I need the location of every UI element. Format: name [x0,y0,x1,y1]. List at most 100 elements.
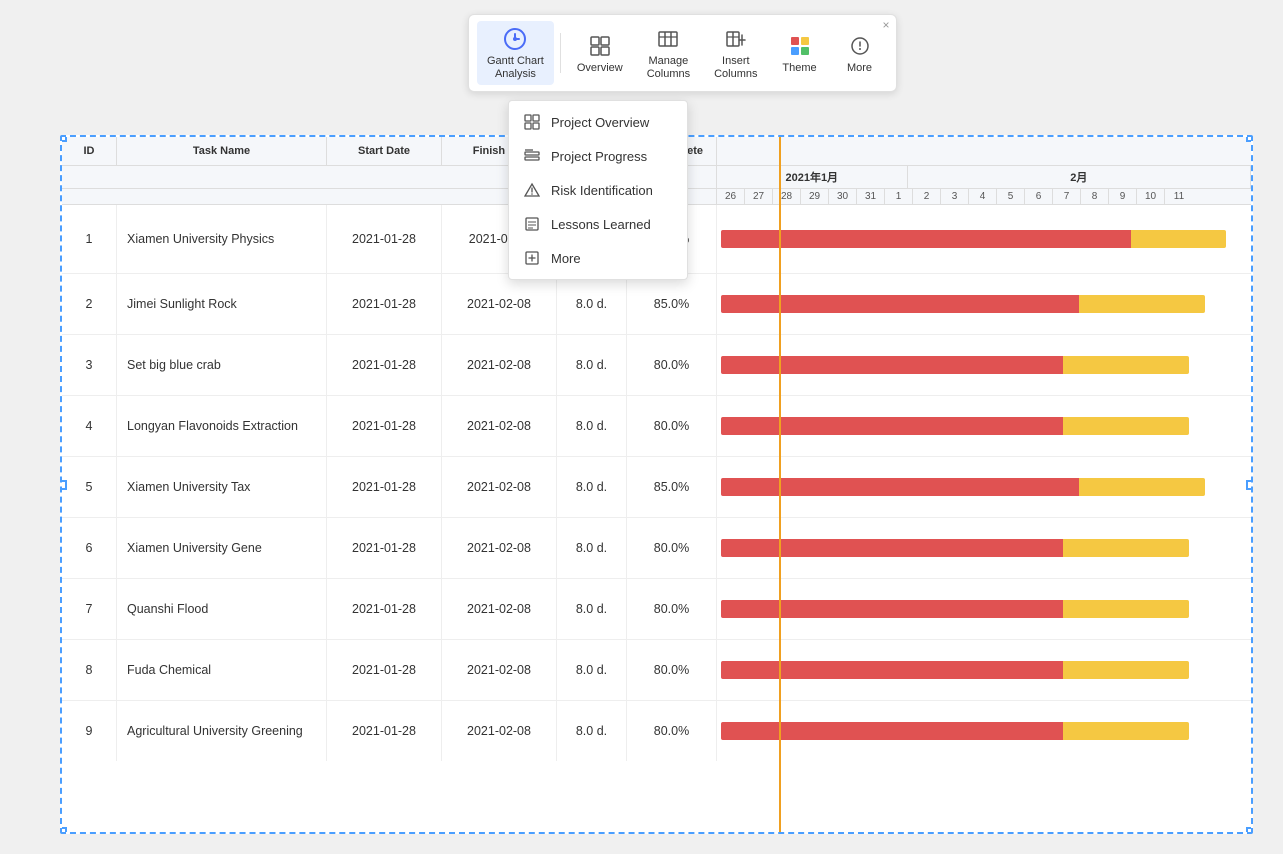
cell-duration-5: 8.0 d. [557,457,627,517]
cell-start-2: 2021-01-28 [327,274,442,334]
table-row: 5 Xiamen University Tax 2021-01-28 2021-… [62,457,1251,518]
cell-finish-6: 2021-02-08 [442,518,557,578]
cell-gantt-5 [717,457,1251,517]
cell-finish-8: 2021-02-08 [442,640,557,700]
theme-icon [786,32,814,60]
menu-item-project-progress[interactable]: Project Progress [509,139,687,173]
close-button[interactable]: × [883,19,890,31]
month-feb: 2月 [908,166,1251,188]
cell-id-7: 7 [62,579,117,639]
cell-id-4: 4 [62,396,117,456]
gantt-label: Gantt ChartAnalysis [487,55,544,81]
day-26: 26 [717,189,745,204]
table-row: 3 Set big blue crab 2021-01-28 2021-02-0… [62,335,1251,396]
cell-complete-9: 80.0% [627,701,717,761]
cell-finish-5: 2021-02-08 [442,457,557,517]
cell-gantt-1 [717,205,1251,273]
table-body: 1 Xiamen University Physics 2021-01-28 2… [62,205,1251,832]
cell-start-5: 2021-01-28 [327,457,442,517]
day-2: 2 [913,189,941,204]
cell-start-9: 2021-01-28 [327,701,442,761]
cell-finish-3: 2021-02-08 [442,335,557,395]
table-row: 6 Xiamen University Gene 2021-01-28 2021… [62,518,1251,579]
header-id: ID [62,137,117,165]
toolbar-gantt-chart[interactable]: Gantt ChartAnalysis [477,21,554,85]
bar-remaining-1 [1131,230,1226,248]
bar-5 [721,476,1247,498]
cell-complete-4: 80.0% [627,396,717,456]
more-icon [846,32,874,60]
cell-duration-3: 8.0 d. [557,335,627,395]
handle-top-right[interactable] [1246,135,1253,142]
cell-complete-5: 85.0% [627,457,717,517]
cell-duration-7: 8.0 d. [557,579,627,639]
toolbar-manage-columns[interactable]: ManageColumns [637,21,700,85]
cell-gantt-7 [717,579,1251,639]
bar-4 [721,415,1247,437]
bar-done-3 [721,356,1063,374]
more-plus-icon [523,249,541,267]
toolbar-theme[interactable]: Theme [772,28,828,79]
cell-id-9: 9 [62,701,117,761]
cell-id-3: 3 [62,335,117,395]
cell-finish-4: 2021-02-08 [442,396,557,456]
handle-mid-left[interactable] [60,480,67,490]
menu-item-project-overview[interactable]: Project Overview [509,105,687,139]
menu-item-lessons-learned[interactable]: Lessons Learned [509,207,687,241]
day-30: 30 [829,189,857,204]
bar-done-7 [721,600,1063,618]
toolbar-insert-columns[interactable]: InsertColumns [704,21,767,85]
bar-remaining-2 [1079,295,1205,313]
bar-6 [721,537,1247,559]
menu-item-risk-identification[interactable]: Risk Identification [509,173,687,207]
divider-1 [560,33,561,73]
handle-bottom-left[interactable] [60,827,67,834]
bar-remaining-4 [1063,417,1189,435]
more-label: More [847,62,872,75]
day-1: 1 [885,189,913,204]
cell-task-5: Xiamen University Tax [117,457,327,517]
day-10: 10 [1137,189,1165,204]
header-task: Task Name [117,137,327,165]
cell-task-9: Agricultural University Greening [117,701,327,761]
table-row: 2 Jimei Sunlight Rock 2021-01-28 2021-02… [62,274,1251,335]
day-29: 29 [801,189,829,204]
bar-done-9 [721,722,1063,740]
handle-mid-right[interactable] [1246,480,1253,490]
lessons-icon [523,215,541,233]
cell-task-1: Xiamen University Physics [117,205,327,273]
toolbar-more[interactable]: More [832,28,888,79]
cell-finish-9: 2021-02-08 [442,701,557,761]
day-8: 8 [1081,189,1109,204]
bar-8 [721,659,1247,681]
cell-task-8: Fuda Chemical [117,640,327,700]
bar-done-4 [721,417,1063,435]
cell-duration-4: 8.0 d. [557,396,627,456]
bar-remaining-5 [1079,478,1205,496]
dropdown-menu: Project Overview Project Progress Risk I… [508,100,688,280]
manage-columns-label: ManageColumns [647,55,690,81]
handle-bottom-right[interactable] [1246,827,1253,834]
cell-task-2: Jimei Sunlight Rock [117,274,327,334]
day-31: 31 [857,189,885,204]
menu-label-project-progress: Project Progress [551,149,647,164]
cell-complete-3: 80.0% [627,335,717,395]
cell-complete-2: 85.0% [627,274,717,334]
table-row: 7 Quanshi Flood 2021-01-28 2021-02-08 8.… [62,579,1251,640]
toolbar-overview[interactable]: Overview [567,28,633,79]
menu-item-more[interactable]: More [509,241,687,275]
month-jan: 2021年1月 [717,166,908,188]
cell-complete-6: 80.0% [627,518,717,578]
handle-top-left[interactable] [60,135,67,142]
cell-start-7: 2021-01-28 [327,579,442,639]
bar-done-1 [721,230,1131,248]
cell-gantt-2 [717,274,1251,334]
cell-start-3: 2021-01-28 [327,335,442,395]
bar-7 [721,598,1247,620]
cell-id-1: 1 [62,205,117,273]
cell-duration-9: 8.0 d. [557,701,627,761]
bar-done-5 [721,478,1079,496]
overview-icon [586,32,614,60]
bar-remaining-8 [1063,661,1189,679]
cell-complete-8: 80.0% [627,640,717,700]
